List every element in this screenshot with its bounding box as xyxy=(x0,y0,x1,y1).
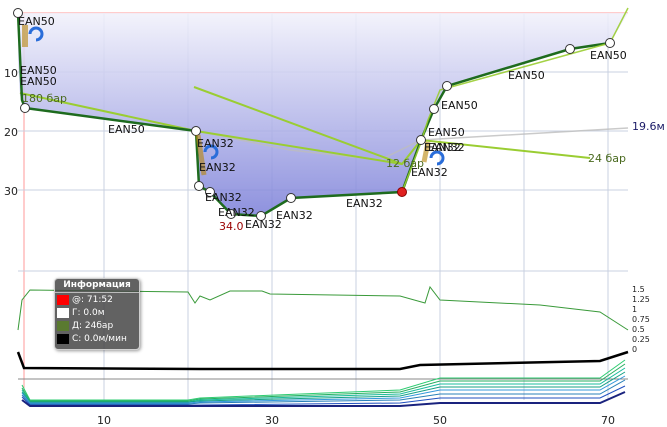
info-panel: Информация @: 71:52 Г: 0.0м Д: 24бар С: … xyxy=(54,278,140,350)
speed-swatch-icon xyxy=(57,333,69,344)
info-panel-title: Информация xyxy=(55,279,139,293)
info-row-time: @: 71:52 xyxy=(55,293,139,306)
gas-label: EAN50 xyxy=(108,123,145,136)
svg-text:1.5: 1.5 xyxy=(632,285,645,294)
gas-label: EAN50 xyxy=(590,49,627,62)
x-tick-30: 30 xyxy=(265,414,279,427)
gas-label: EAN50 xyxy=(18,15,55,28)
svg-text:0.5: 0.5 xyxy=(632,325,645,334)
lower-panel-right-ticks: 1.5 1.25 1 0.75 0.5 0.25 0 xyxy=(632,285,650,354)
x-tick-70: 70 xyxy=(601,414,615,427)
svg-text:0.75: 0.75 xyxy=(632,315,650,324)
svg-text:1.25: 1.25 xyxy=(632,295,650,304)
pressure-label-end: 24 бар xyxy=(588,152,626,165)
time-swatch-icon xyxy=(57,294,69,305)
current-position-marker[interactable] xyxy=(397,187,407,197)
x-tick-labels: 10 30 50 70 xyxy=(97,414,615,427)
dive-profile-chart: 10 20 30 EAN50 EAN50 EAN50 EAN50 EAN50 E… xyxy=(4,7,665,427)
gas-label: EAN32 xyxy=(197,137,234,150)
y-tick-30: 30 xyxy=(4,185,18,198)
gas-label: EAN50 xyxy=(441,99,478,112)
info-row-pressure: Д: 24бар xyxy=(55,319,139,332)
pressure-swatch-icon xyxy=(57,320,69,331)
pressure-label-start: 180 бар xyxy=(22,92,67,105)
depth-right-label: 19.6м xyxy=(632,120,665,133)
depth-swatch-icon xyxy=(57,307,69,318)
svg-text:0: 0 xyxy=(632,345,637,354)
y-tick-labels: 10 20 30 xyxy=(4,67,18,198)
gas-label: EAN50 xyxy=(428,126,465,139)
max-depth-label: 34.0 xyxy=(219,220,244,233)
gas-label: EAN32 xyxy=(205,191,242,204)
svg-text:1: 1 xyxy=(632,305,637,314)
pressure-label-mid: 12 бар xyxy=(386,157,424,170)
gas-label: EAN50 xyxy=(20,75,57,88)
gas-label: EAN32 xyxy=(346,197,383,210)
x-tick-50: 50 xyxy=(433,414,447,427)
svg-text:0.25: 0.25 xyxy=(632,335,650,344)
info-row-speed: С: 0.0м/мин xyxy=(55,332,139,345)
y-tick-20: 20 xyxy=(4,126,18,139)
y-tick-10: 10 xyxy=(4,67,18,80)
gas-label: EAN32 xyxy=(276,209,313,222)
x-tick-10: 10 xyxy=(97,414,111,427)
gas-label: EAN50 xyxy=(508,69,545,82)
info-row-depth: Г: 0.0м xyxy=(55,306,139,319)
gas-label: EAN32 xyxy=(428,141,465,154)
gas-label: EAN32 xyxy=(199,161,236,174)
